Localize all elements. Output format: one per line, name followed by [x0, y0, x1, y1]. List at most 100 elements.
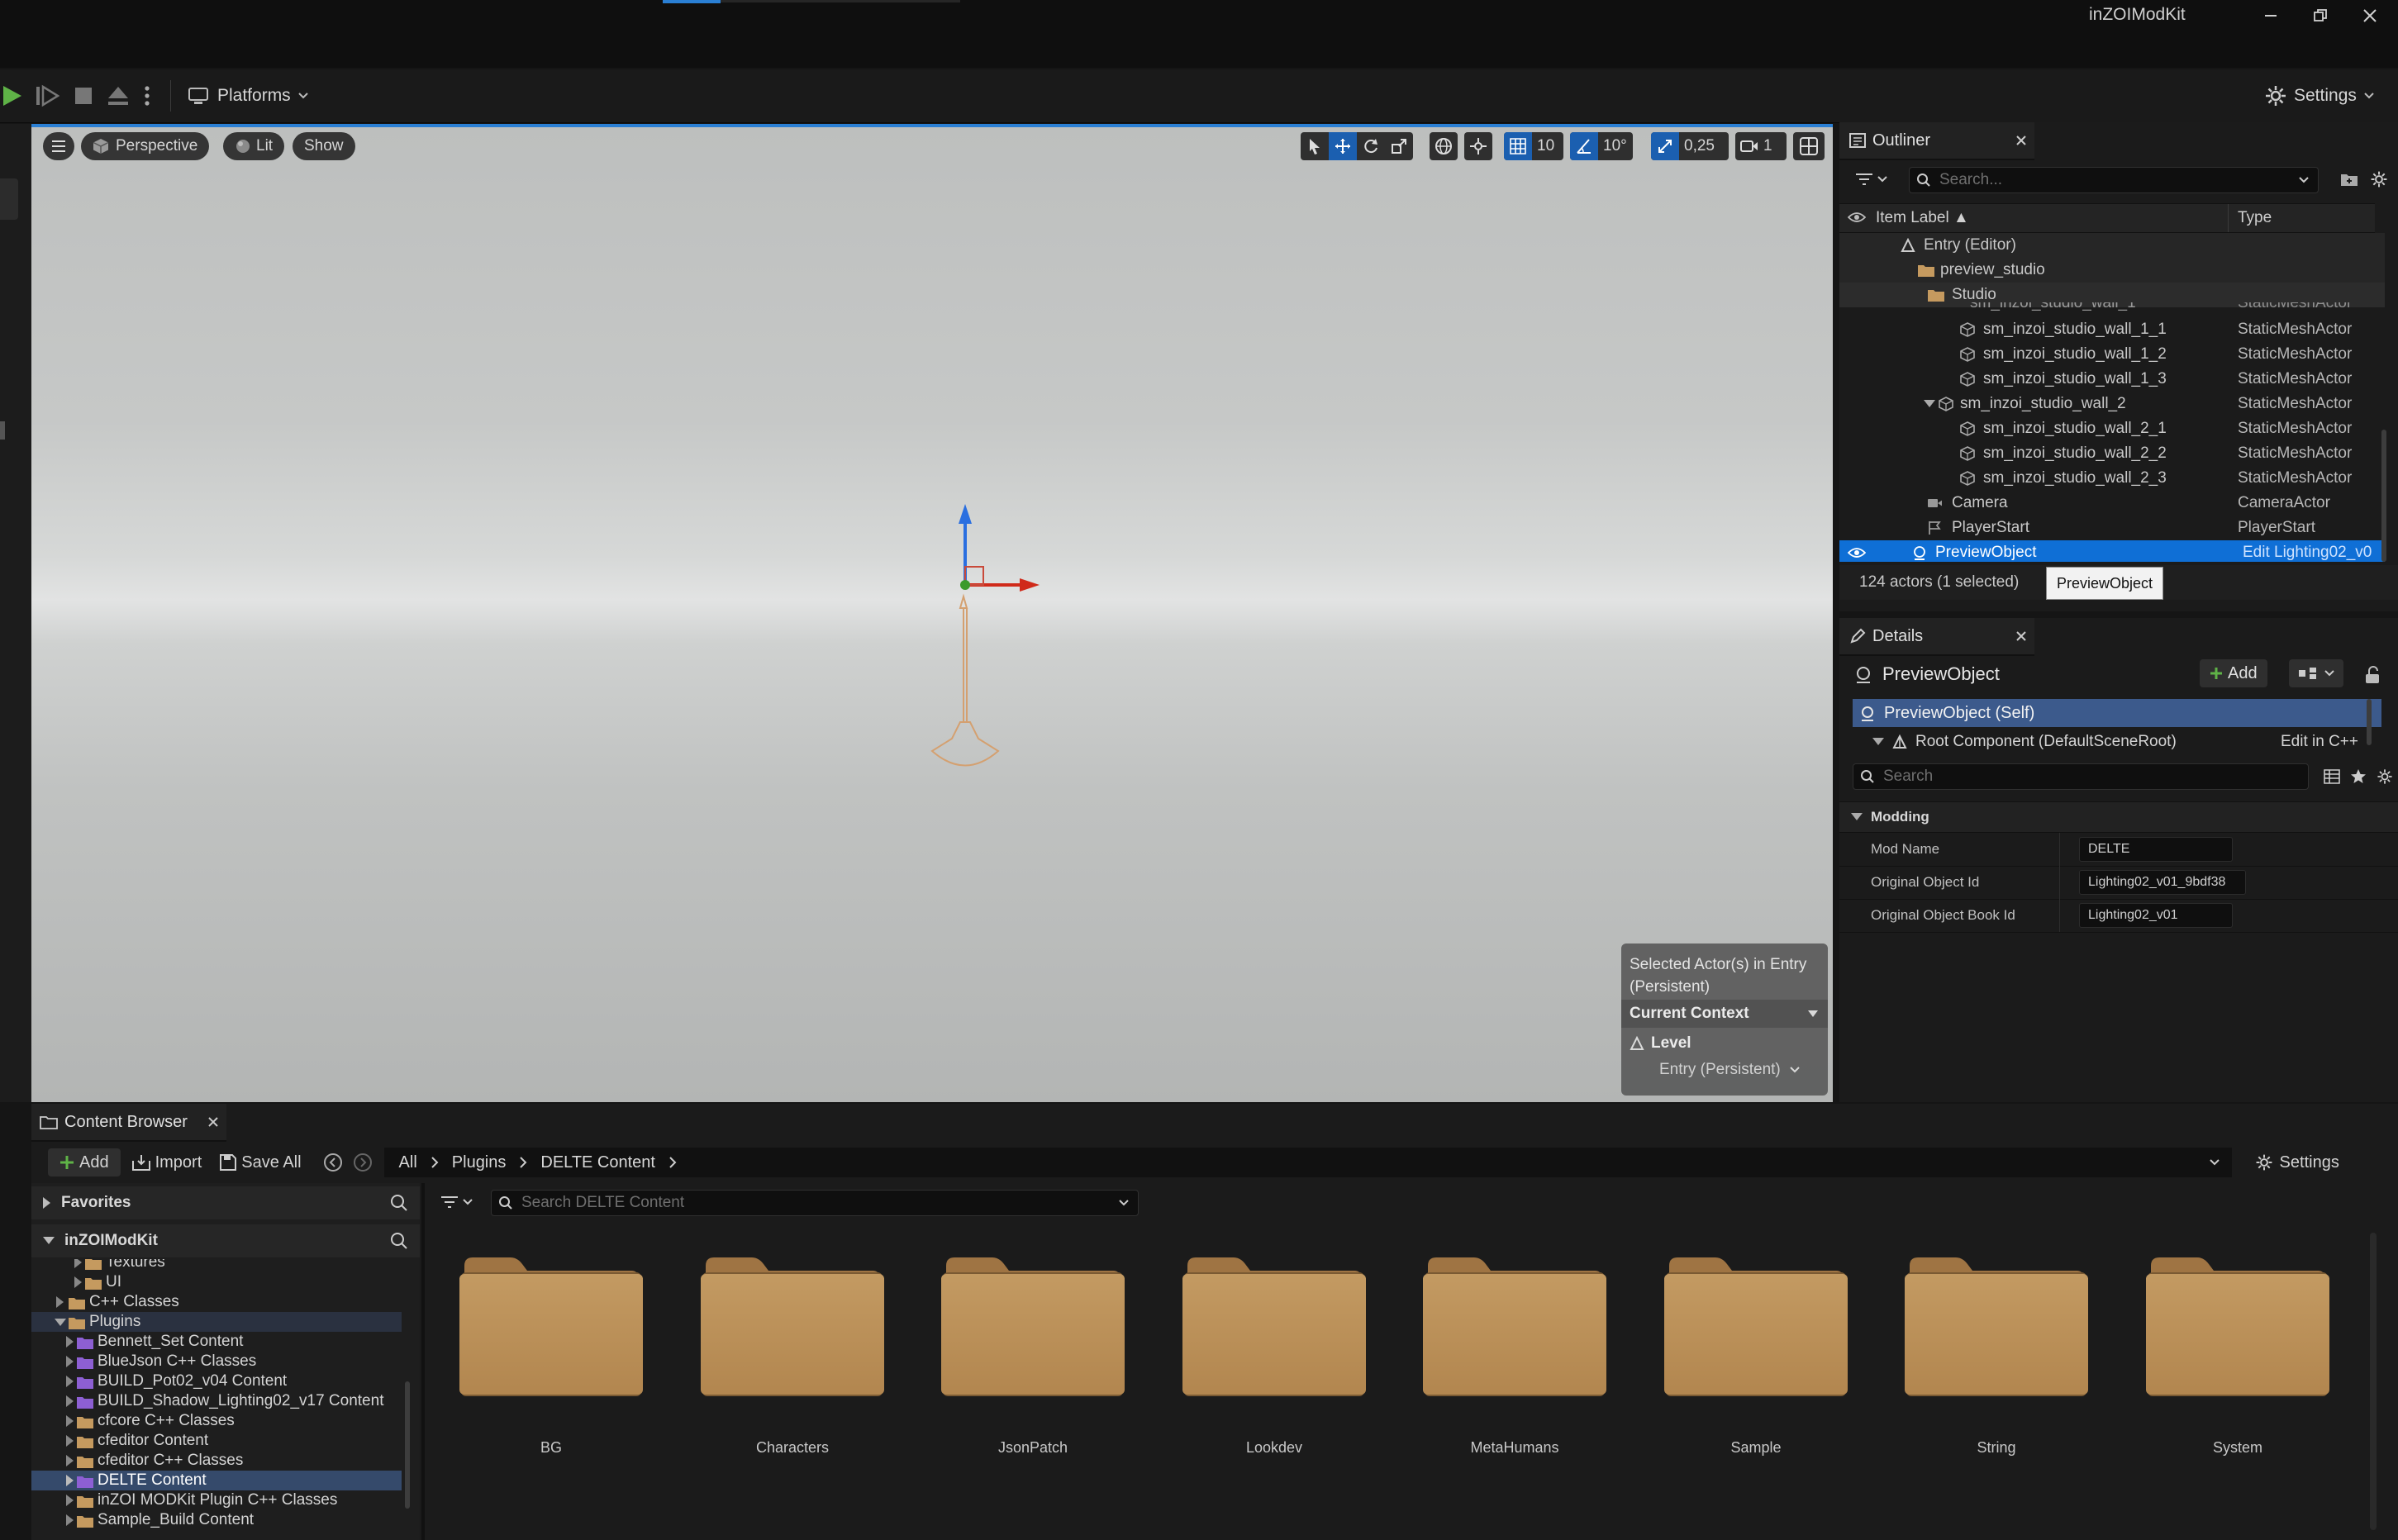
outliner-search-input[interactable]: Search...	[1909, 167, 2319, 193]
edit-in-cpp-link[interactable]: Edit in C++	[2281, 733, 2358, 751]
translate-tool-icon[interactable]	[1329, 132, 1357, 160]
root-component-row[interactable]: Root Component (DefaultSceneRoot) Edit i…	[1853, 727, 2381, 757]
tree-row-partial[interactable]: sm_inzoi_studio_wall_1 StaticMeshActor	[1839, 302, 2385, 317]
import-button[interactable]: Import	[131, 1148, 202, 1176]
content-browser-tab[interactable]: Content Browser	[31, 1104, 226, 1142]
viewport-menu-button[interactable]	[43, 132, 74, 160]
folder-tile[interactable]	[699, 1256, 886, 1398]
close-tab-icon[interactable]	[2016, 631, 2026, 641]
lit-button[interactable]: Lit	[223, 132, 285, 160]
close-tab-icon[interactable]	[208, 1117, 218, 1127]
breadcrumb-separator-icon[interactable]	[668, 1157, 677, 1168]
surface-snap-icon[interactable]	[1464, 132, 1492, 160]
original-object-book-id-field[interactable]: Lighting02_v01	[2079, 903, 2233, 928]
details-tab[interactable]: Details	[1839, 618, 2034, 656]
tree-row-camera[interactable]: Camera CameraActor	[1839, 491, 2385, 516]
component-self-row[interactable]: PreviewObject (Self)	[1853, 699, 2381, 727]
tree-row-entry-editor[interactable]: Entry (Editor)	[1839, 233, 2385, 258]
camera-speed-button[interactable]: 1	[1735, 132, 1787, 160]
back-icon[interactable]	[323, 1153, 343, 1172]
eject-icon[interactable]	[104, 79, 132, 112]
filter-icon[interactable]	[1853, 167, 1892, 192]
restore-icon[interactable]	[2305, 3, 2335, 28]
asset-search-input[interactable]: Search DELTE Content	[491, 1190, 1139, 1216]
star-icon[interactable]	[2347, 765, 2370, 788]
tree-row-mesh[interactable]: sm_inzoi_studio_wall_1_2 StaticMeshActor	[1839, 342, 2385, 367]
transform-gizmo[interactable]	[891, 375, 1106, 805]
property-matrix-icon[interactable]	[2320, 765, 2343, 788]
tree-row-preview-object-selected[interactable]: PreviewObject Edit Lighting02_v0	[1839, 540, 2385, 562]
rotate-tool-icon[interactable]	[1357, 132, 1385, 160]
splitter[interactable]	[421, 1183, 425, 1540]
blueprint-options-button[interactable]	[2289, 659, 2343, 687]
rotation-snap-button[interactable]: 10°	[1570, 132, 1633, 160]
viewport-layout-icon[interactable]	[1793, 132, 1825, 160]
expand-arrow-icon[interactable]	[1924, 400, 1935, 408]
level-viewport[interactable]: Perspective Lit Show 10 10° 0,25 1 Selec…	[31, 127, 1833, 1102]
grid-snap-button[interactable]: 10	[1504, 132, 1563, 160]
folder-tile[interactable]	[1181, 1256, 1368, 1398]
folder-tile[interactable]	[458, 1256, 645, 1398]
original-object-id-field[interactable]: Lighting02_v01_9bdf38	[2079, 870, 2246, 895]
folder-tile[interactable]	[1421, 1256, 1608, 1398]
show-button[interactable]: Show	[293, 132, 355, 160]
column-type[interactable]: Type	[2238, 209, 2272, 227]
modding-section-header[interactable]: Modding	[1839, 801, 2398, 833]
tree-row-delte-content-selected[interactable]: DELTE Content	[31, 1471, 402, 1490]
details-scrollbar[interactable]	[2367, 699, 2372, 745]
minimize-icon[interactable]	[2256, 3, 2286, 28]
folder-tile[interactable]	[2144, 1256, 2331, 1398]
search-icon[interactable]	[390, 1194, 408, 1212]
eye-icon[interactable]	[1848, 546, 1866, 559]
settings-button[interactable]: Settings	[2264, 84, 2375, 107]
tree-row-mesh[interactable]: sm_inzoi_studio_wall_2_2 StaticMeshActor	[1839, 441, 2385, 466]
scale-tool-icon[interactable]	[1385, 132, 1413, 160]
add-component-button[interactable]: Add	[2200, 659, 2267, 687]
advance-frame-icon[interactable]	[33, 79, 61, 112]
platforms-button[interactable]: Platforms	[188, 86, 309, 106]
tree-row-mesh-parent[interactable]: sm_inzoi_studio_wall_2 StaticMeshActor	[1839, 392, 2385, 416]
folder-tile[interactable]	[1903, 1256, 2090, 1398]
content-settings-button[interactable]: Settings	[2255, 1148, 2339, 1176]
current-context-header[interactable]: Current Context	[1621, 1000, 1828, 1028]
details-settings-icon[interactable]	[2373, 765, 2396, 788]
forward-icon[interactable]	[353, 1153, 373, 1172]
perspective-button[interactable]: Perspective	[81, 132, 210, 160]
tree-row-mesh[interactable]: sm_inzoi_studio_wall_1_1 StaticMeshActor	[1839, 317, 2385, 342]
asset-filter-icon[interactable]	[438, 1190, 478, 1214]
more-options-icon[interactable]	[137, 79, 157, 112]
save-all-button[interactable]: Save All	[220, 1148, 302, 1176]
folder-tile[interactable]	[940, 1256, 1126, 1398]
tree-row-preview-studio[interactable]: preview_studio	[1839, 258, 2385, 283]
outliner-tab[interactable]: Outliner	[1839, 122, 2034, 160]
outliner-settings-icon[interactable]	[2367, 167, 2391, 192]
details-search-input[interactable]: Search	[1853, 763, 2309, 790]
breadcrumb-delte-content[interactable]: DELTE Content	[540, 1153, 655, 1172]
tree-row-mesh[interactable]: sm_inzoi_studio_wall_1_3 StaticMeshActor	[1839, 367, 2385, 392]
lock-icon[interactable]	[2360, 663, 2385, 687]
level-dropdown[interactable]: Entry (Persistent)	[1659, 1061, 1801, 1079]
search-icon[interactable]	[390, 1232, 408, 1250]
column-item-label[interactable]: Item Label ▲	[1876, 209, 1969, 227]
mod-name-field[interactable]: DELTE	[2079, 837, 2233, 862]
add-folder-icon[interactable]	[2337, 167, 2362, 192]
history-dropdown-icon[interactable]	[2209, 1158, 2220, 1167]
breadcrumb-plugins[interactable]: Plugins	[452, 1153, 507, 1172]
content-add-button[interactable]: Add	[48, 1148, 121, 1176]
tree-row-plugins[interactable]: Plugins	[31, 1312, 402, 1332]
collapsed-tab[interactable]	[0, 178, 18, 220]
tree-row-player-start[interactable]: PlayerStart PlayerStart	[1839, 516, 2385, 540]
asset-scrollbar[interactable]	[2370, 1233, 2377, 1530]
breadcrumb-all[interactable]: All	[399, 1153, 417, 1172]
select-tool-icon[interactable]	[1301, 132, 1329, 160]
tree-row-mesh[interactable]: sm_inzoi_studio_wall_2_1 StaticMeshActor	[1839, 416, 2385, 441]
favorites-header[interactable]: Favorites	[31, 1186, 420, 1219]
expand-arrow-icon[interactable]	[1872, 738, 1884, 746]
play-icon[interactable]	[0, 79, 25, 112]
tree-scrollbar[interactable]	[405, 1381, 410, 1509]
tree-row-type-link[interactable]: Edit Lighting02_v0	[2243, 544, 2385, 562]
scale-snap-button[interactable]: 0,25	[1651, 132, 1729, 160]
project-header[interactable]: inZOIModKit	[31, 1224, 420, 1257]
close-tab-icon[interactable]	[2016, 135, 2026, 145]
outliner-scrollbar[interactable]	[2381, 430, 2386, 562]
